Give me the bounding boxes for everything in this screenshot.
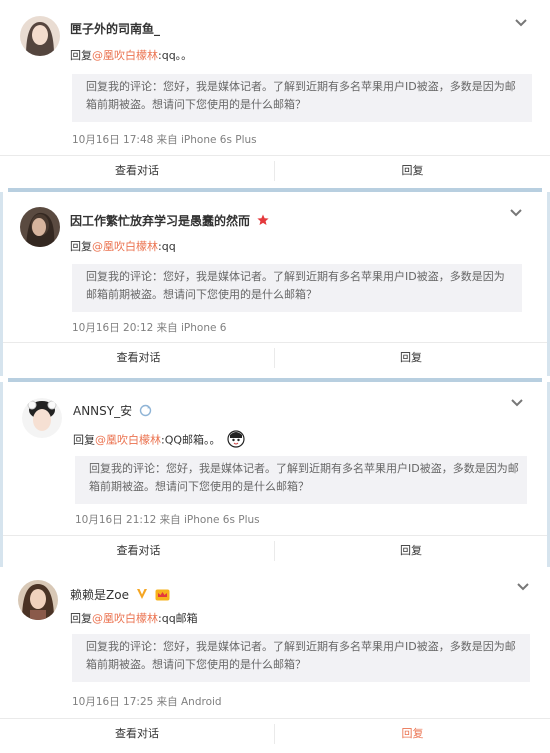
timestamp-source: 10月16日 21:12 来自 iPhone 6s Plus [75, 514, 260, 526]
username-text: 赖赖是Zoe [70, 588, 129, 602]
reply-prefix: 回复 [70, 240, 92, 253]
chevron-down-icon[interactable] [510, 398, 524, 408]
reply-text-line: 回复@凰吹白檬林:qq。。 [70, 47, 192, 63]
quoted-comment[interactable]: 回复我的评论：您好，我是媒体记者。了解到近期有多名苹果用户ID被盗，多数是因为邮… [75, 456, 527, 504]
comment-card-3: ANNSY_安 回复@凰吹白檬林:QQ邮箱。。 回复我的评论：您好，我是媒体记者… [0, 382, 550, 567]
view-conversation-button[interactable]: 查看对话 [3, 541, 275, 561]
refresh-badge-icon [139, 404, 152, 420]
mention-link[interactable]: @凰吹白檬林 [92, 49, 158, 62]
reply-content: :qq [158, 240, 176, 253]
action-bar: 查看对话 回复 [3, 342, 547, 372]
username[interactable]: 匣子外的司南鱼_ [70, 20, 160, 37]
mention-link[interactable]: @凰吹白檬林 [92, 612, 158, 625]
timestamp-source: 10月16日 17:25 来自 Android [72, 696, 222, 708]
action-bar: 查看对话 回复 [3, 535, 547, 565]
vip-crown-icon [155, 588, 170, 604]
view-conversation-button[interactable]: 查看对话 [0, 161, 275, 181]
chevron-down-icon[interactable] [514, 18, 528, 28]
avatar[interactable] [22, 398, 62, 438]
reply-text-line: 回复@凰吹白檬林:QQ邮箱。。 [73, 430, 245, 451]
reply-text-line: 回复@凰吹白檬林:qq [70, 238, 176, 254]
reply-content: :QQ邮箱。。 [161, 433, 221, 447]
chevron-down-icon[interactable] [516, 582, 530, 592]
username-text: 因工作繁忙放弃学习是愚蠢的然而 [70, 214, 251, 228]
mention-link[interactable]: @凰吹白檬林 [95, 434, 161, 447]
reply-prefix: 回复 [70, 49, 92, 62]
avatar[interactable] [18, 580, 58, 620]
action-bar: 查看对话 回复 [0, 155, 550, 185]
action-bar: 查看对话 回复 [0, 718, 550, 748]
username[interactable]: 赖赖是Zoe [70, 586, 170, 604]
username[interactable]: 因工作繁忙放弃学习是愚蠢的然而 [70, 212, 269, 229]
username[interactable]: ANNSY_安 [73, 402, 152, 420]
timestamp-source: 10月16日 17:48 来自 iPhone 6s Plus [72, 134, 257, 146]
reply-text-line: 回复@凰吹白檬林:qq邮箱 [70, 610, 198, 626]
quoted-comment[interactable]: 回复我的评论：您好，我是媒体记者。了解到近期有多名苹果用户ID被盗，多数是因为邮… [72, 264, 522, 312]
comment-card-4: 赖赖是Zoe 回复@凰吹白檬林:qq邮箱 回复我的评论：您好，我是媒体记者。了解… [0, 568, 550, 753]
avatar[interactable] [20, 207, 60, 247]
comment-card-2: 因工作繁忙放弃学习是愚蠢的然而 回复@凰吹白檬林:qq 回复我的评论：您好，我是… [0, 192, 550, 376]
reply-prefix: 回复 [70, 612, 92, 625]
timestamp-source: 10月16日 20:12 来自 iPhone 6 [72, 322, 227, 334]
view-conversation-button[interactable]: 查看对话 [3, 348, 275, 368]
mention-link[interactable]: @凰吹白檬林 [92, 240, 158, 253]
reply-button[interactable]: 回复 [275, 156, 550, 186]
comment-card-1: 匣子外的司南鱼_ 回复@凰吹白檬林:qq。。 回复我的评论：您好，我是媒体记者。… [0, 0, 550, 188]
reply-button[interactable]: 回复 [275, 343, 547, 373]
reply-button[interactable]: 回复 [275, 719, 550, 749]
emoji-icon [227, 430, 245, 451]
reply-prefix: 回复 [73, 433, 95, 447]
avatar[interactable] [20, 16, 60, 56]
star-icon [257, 214, 269, 229]
view-conversation-button[interactable]: 查看对话 [0, 724, 275, 744]
username-text: ANNSY_安 [73, 404, 133, 418]
reply-button[interactable]: 回复 [275, 536, 547, 566]
quoted-comment[interactable]: 回复我的评论：您好，我是媒体记者。了解到近期有多名苹果用户ID被盗，多数是因为邮… [72, 74, 532, 122]
reply-content: :qq。。 [158, 49, 193, 62]
chevron-down-icon[interactable] [509, 208, 523, 218]
reply-content: :qq邮箱 [158, 612, 198, 625]
verified-v-icon [136, 588, 148, 603]
quoted-comment[interactable]: 回复我的评论：您好，我是媒体记者。了解到近期有多名苹果用户ID被盗，多数是因为邮… [72, 634, 530, 682]
